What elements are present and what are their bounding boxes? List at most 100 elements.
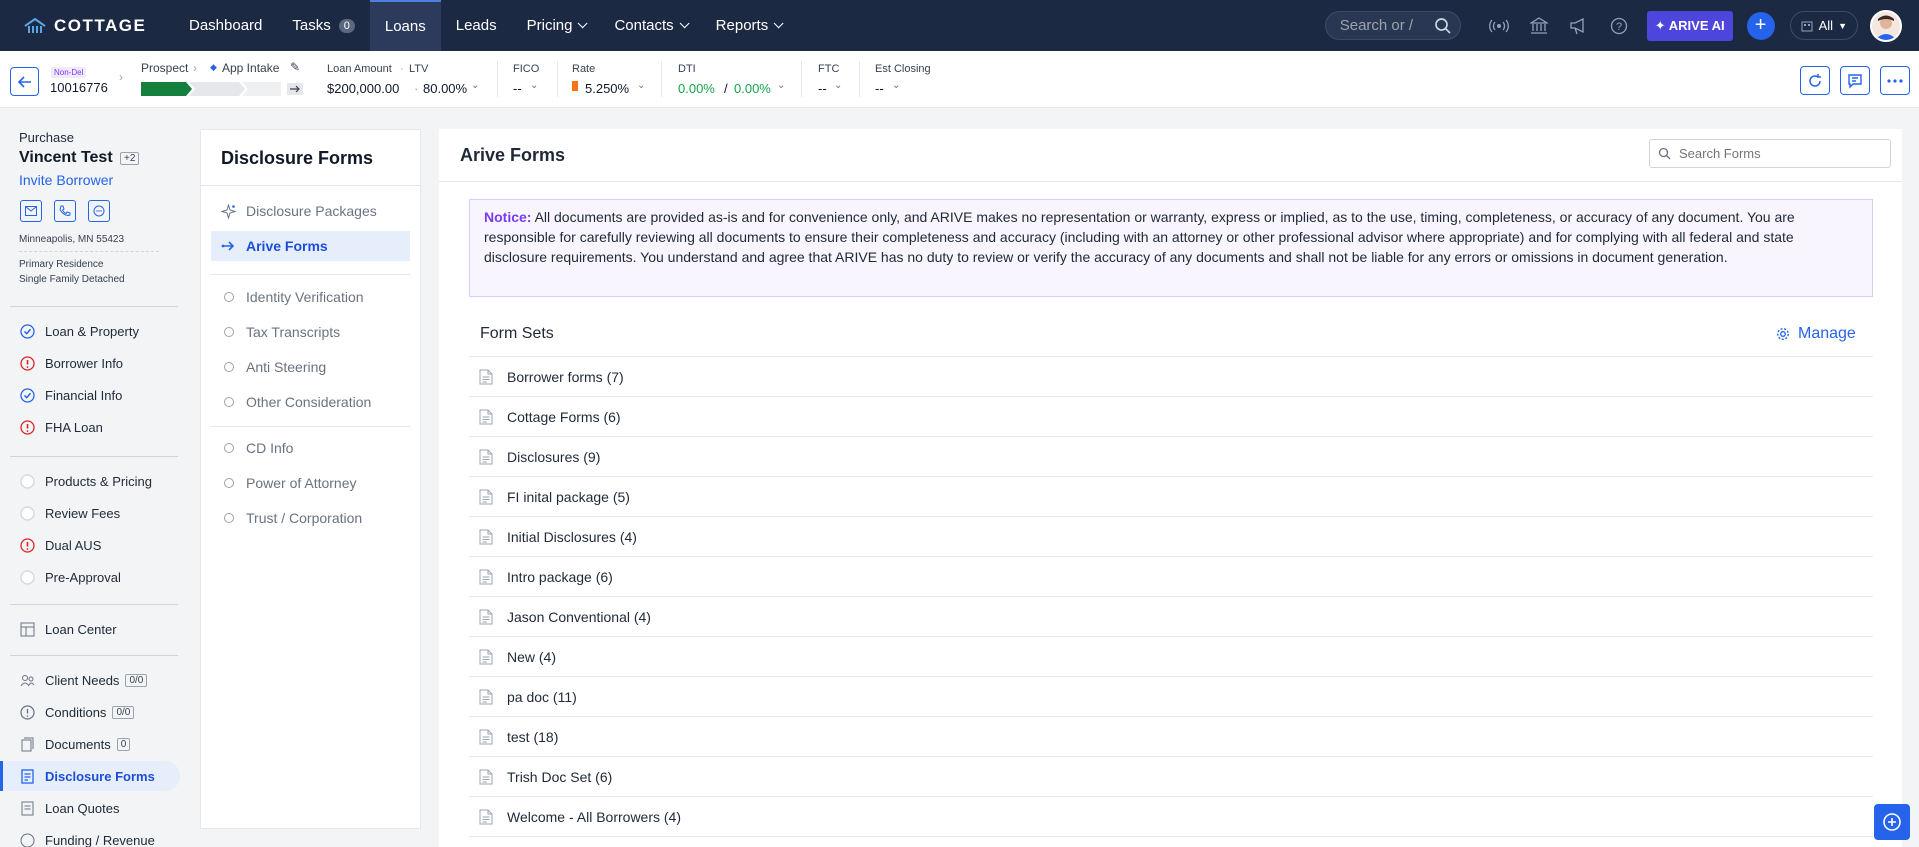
brand-logo[interactable]: COTTAGE	[24, 16, 174, 36]
substage-label[interactable]: App Intake	[222, 61, 279, 75]
back-button[interactable]	[10, 67, 39, 96]
form-set-row[interactable]: Initial Disclosures (4)	[469, 517, 1873, 557]
sidebar-item-client-needs[interactable]: Client Needs 0/0	[19, 672, 148, 688]
form-set-row[interactable]: New (4)	[469, 637, 1873, 677]
form-set-row[interactable]: FI inital package (5)	[469, 477, 1873, 517]
sidebar-item-loan-center[interactable]: Loan Center	[19, 621, 117, 637]
funding-icon	[19, 832, 35, 847]
more-options-button[interactable]	[1880, 66, 1910, 95]
refresh-icon	[1809, 73, 1821, 87]
menu-item-trust-corporation[interactable]: Trust / Corporation	[211, 503, 410, 533]
sidebar-item-disclosure-forms[interactable]: Disclosure Forms	[19, 768, 155, 784]
invite-borrower-link[interactable]: Invite Borrower	[19, 172, 113, 188]
form-set-row[interactable]: Intro package (6)	[469, 557, 1873, 597]
borrower-name[interactable]: Vincent Test	[19, 149, 113, 167]
menu-item-tax-transcripts[interactable]: Tax Transcripts	[211, 317, 410, 347]
nav-tasks[interactable]: Tasks 0	[277, 0, 369, 51]
stage-label[interactable]: Prospect	[141, 61, 188, 75]
floating-add-button[interactable]	[1874, 804, 1910, 840]
nav-reports[interactable]: Reports	[701, 0, 796, 51]
chevron-right-icon: ›	[119, 70, 123, 84]
chevron-down-icon[interactable]: ⌄	[777, 80, 785, 91]
sidebar-item-pre-approval[interactable]: Pre-Approval	[19, 569, 121, 585]
document-icon	[479, 609, 493, 624]
form-set-row[interactable]: test (18)	[469, 717, 1873, 757]
edit-icon[interactable]: ✎	[290, 60, 300, 74]
form-set-row[interactable]: Welcome - All Borrowers (4)	[469, 797, 1873, 837]
search-forms-input[interactable]	[1679, 146, 1879, 161]
menu-item-label: Anti Steering	[246, 359, 327, 375]
form-set-row[interactable]: Trish Doc Set (6)	[469, 757, 1873, 797]
sidebar-item-fha-loan[interactable]: FHA Loan	[19, 419, 103, 435]
menu-item-disclosure-packages[interactable]: Disclosure Packages	[211, 196, 410, 226]
sidebar-item-documents[interactable]: Documents 0	[19, 736, 131, 752]
broadcast-icon[interactable]	[1488, 15, 1510, 37]
sidebar-item-review-fees[interactable]: Review Fees	[19, 505, 120, 521]
form-set-row[interactable]: Cottage Forms (6)	[469, 397, 1873, 437]
loan-amount-value[interactable]: $200,000.00	[327, 81, 399, 96]
branch-selector[interactable]: All ▼	[1789, 11, 1858, 40]
sidebar-item-dual-aus[interactable]: Dual AUS	[19, 537, 101, 553]
menu-item-cd-info[interactable]: CD Info	[211, 433, 410, 463]
create-new-button[interactable]: +	[1746, 11, 1775, 40]
bank-icon[interactable]	[1528, 15, 1550, 37]
additional-borrowers-badge[interactable]: +2	[120, 152, 140, 165]
loan-number[interactable]: 10016776	[50, 80, 108, 95]
menu-item-identity-verification[interactable]: Identity Verification	[211, 282, 410, 312]
ftc-value[interactable]: --	[818, 81, 827, 96]
arive-forms-content: Arive Forms Notice: All documents are pr…	[439, 129, 1902, 847]
sidebar-item-label: Conditions	[45, 704, 107, 720]
disclosure-forms-panel: Disclosure Forms Disclosure Packages Ari…	[200, 129, 421, 829]
nav-leads[interactable]: Leads	[441, 0, 512, 51]
chevron-down-icon[interactable]: ⌄	[834, 80, 842, 91]
sms-button[interactable]	[88, 200, 110, 222]
manage-button[interactable]: Manage	[1776, 325, 1856, 343]
arive-ai-button[interactable]: ✦ ARIVE AI	[1646, 10, 1733, 41]
search-forms-field[interactable]	[1649, 139, 1891, 168]
form-set-row[interactable]: Jason Conventional (4)	[469, 597, 1873, 637]
lock-status-icon	[572, 81, 578, 91]
est-closing-value[interactable]: --	[875, 81, 884, 96]
nav-contacts[interactable]: Contacts	[599, 0, 700, 51]
megaphone-icon[interactable]	[1568, 15, 1590, 37]
document-icon	[479, 769, 493, 784]
chevron-down-icon[interactable]: ⌄	[637, 80, 645, 91]
chevron-down-icon[interactable]: ⌄	[471, 80, 479, 91]
ltv-value[interactable]: 80.00%	[423, 81, 467, 96]
fico-value[interactable]: --	[513, 81, 522, 96]
menu-item-other-consideration[interactable]: Other Consideration	[211, 387, 410, 417]
dti-back-value[interactable]: 0.00%	[734, 81, 771, 96]
chevron-down-icon[interactable]: ⌄	[530, 80, 538, 91]
sidebar-item-borrower-info[interactable]: Borrower Info	[19, 355, 123, 371]
dti-front-value[interactable]: 0.00%	[678, 81, 715, 96]
global-search-input[interactable]: Search or /	[1324, 11, 1461, 40]
sidebar-item-financial-info[interactable]: Financial Info	[19, 387, 122, 403]
menu-item-arive-forms[interactable]: Arive Forms	[211, 231, 410, 261]
nav-pricing[interactable]: Pricing	[512, 0, 600, 51]
rate-label: Rate	[572, 63, 596, 75]
nav-dashboard[interactable]: Dashboard	[174, 0, 277, 51]
sidebar-item-loan-quotes[interactable]: Loan Quotes	[19, 800, 119, 816]
divider	[497, 61, 498, 97]
sidebar-item-products-pricing[interactable]: Products & Pricing	[19, 473, 152, 489]
nav-loans[interactable]: Loans	[369, 0, 441, 51]
menu-item-anti-steering[interactable]: Anti Steering	[211, 352, 410, 382]
rate-value[interactable]: 5.250%	[585, 81, 629, 96]
user-avatar[interactable]	[1870, 9, 1902, 42]
sidebar-item-conditions[interactable]: Conditions 0/0	[19, 704, 135, 720]
call-button[interactable]	[54, 200, 76, 222]
chevron-down-icon[interactable]: ⌄	[892, 80, 900, 91]
help-icon[interactable]: ?	[1608, 15, 1630, 37]
form-set-row[interactable]: Disclosures (9)	[469, 437, 1873, 477]
form-set-name: Intro package (6)	[507, 568, 613, 585]
messages-button[interactable]	[1840, 66, 1870, 95]
email-button[interactable]	[20, 200, 42, 222]
menu-item-power-of-attorney[interactable]: Power of Attorney	[211, 468, 410, 498]
refresh-button[interactable]	[1800, 66, 1830, 95]
sidebar-item-loan-property[interactable]: Loan & Property	[19, 323, 139, 339]
sidebar-item-funding-revenue[interactable]: Funding / Revenue	[19, 832, 155, 847]
cottage-logo-icon	[24, 17, 46, 33]
empty-circle-icon	[19, 569, 35, 585]
form-set-row[interactable]: Borrower forms (7)	[469, 357, 1873, 397]
form-set-row[interactable]: pa doc (11)	[469, 677, 1873, 717]
